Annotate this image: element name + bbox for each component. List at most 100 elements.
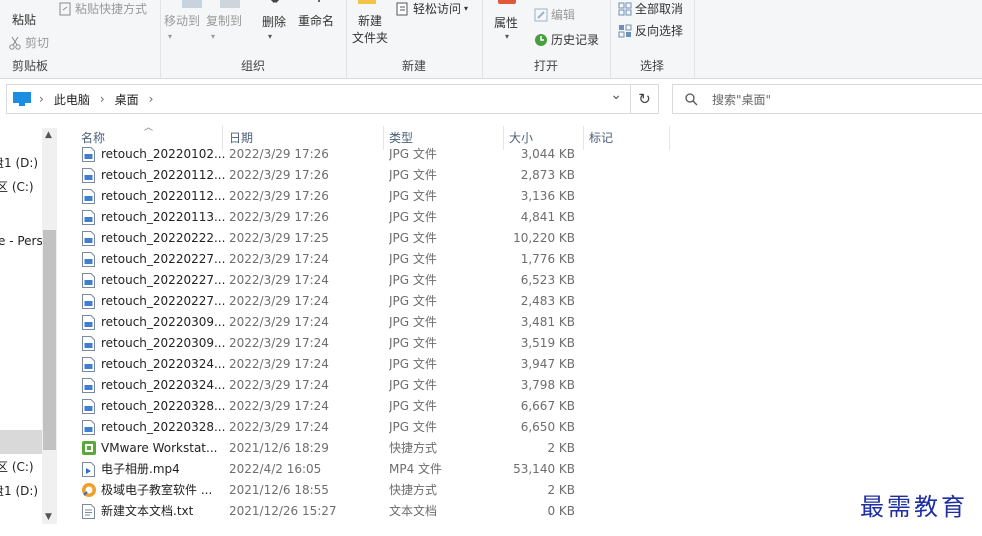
file-type: JPG 文件 — [389, 357, 437, 371]
rename-icon — [318, 0, 320, 2]
search-box[interactable]: 搜索"桌面" — [672, 84, 982, 114]
file-type: 快捷方式 — [389, 483, 438, 497]
jpg-file-icon — [82, 231, 95, 246]
file-row[interactable]: retouch_20220309... 2022/3/29 17:24 JPG 文件… — [76, 333, 666, 354]
jpg-file-icon — [82, 420, 95, 435]
delete-button[interactable]: 删除 — [262, 14, 286, 31]
breadcrumb-desktop[interactable]: 桌面 — [115, 91, 139, 108]
file-row[interactable]: 极域电子教室软件 ... 2021/12/6 18:55 快捷方式 2 KB — [76, 480, 666, 501]
file-size: 53,140 KB — [513, 462, 575, 476]
file-type: JPG 文件 — [389, 168, 437, 182]
paste-button[interactable]: 粘贴 — [6, 12, 42, 29]
file-row[interactable]: retouch_20220112... 2022/3/29 17:26 JPG 文件… — [76, 186, 666, 207]
open-group: 属性 ▾ 编辑 历史记录 打开 — [482, 0, 611, 78]
scroll-up-icon[interactable]: ▲ — [45, 130, 52, 140]
file-size: 3,136 KB — [520, 189, 575, 203]
file-row[interactable]: retouch_20220227... 2022/3/29 17:24 JPG 文件… — [76, 270, 666, 291]
nav-item-drive-d[interactable]: 盘1 (D:) — [0, 154, 38, 171]
nav-item-drive-d-2[interactable]: 盘1 (D:) — [0, 482, 38, 499]
move-to-dropdown-icon[interactable]: ▾ — [168, 32, 172, 41]
refresh-button[interactable]: ↻ — [630, 84, 659, 114]
move-to-icon — [182, 0, 202, 8]
file-name: retouch_20220309... — [101, 336, 226, 350]
file-date: 2022/3/29 17:24 — [229, 273, 329, 287]
new-group: 新建 文件夹 轻松访问 ▾ 新建 — [346, 0, 483, 78]
vmware-shortcut-icon — [82, 441, 96, 456]
paste-shortcut-button[interactable]: 粘贴快捷方式 — [58, 0, 147, 17]
file-row[interactable]: retouch_20220102... 2022/3/29 17:26 JPG 文件… — [76, 144, 666, 165]
rename-button[interactable]: 重命名 — [298, 13, 334, 30]
invert-selection-icon — [618, 24, 632, 37]
easy-access-button[interactable]: 轻松访问 ▾ — [396, 0, 468, 17]
jpg-file-icon — [82, 378, 95, 393]
file-date: 2021/12/6 18:55 — [229, 483, 329, 497]
breadcrumb-separator-icon[interactable]: › — [100, 92, 105, 106]
select-none-button[interactable]: 全部取消 — [618, 0, 683, 17]
file-type: JPG 文件 — [389, 252, 437, 266]
file-type: JPG 文件 — [389, 231, 437, 245]
file-date: 2022/3/29 17:26 — [229, 189, 329, 203]
file-date: 2022/3/29 17:24 — [229, 378, 329, 392]
breadcrumb-separator-icon[interactable]: › — [39, 92, 44, 106]
file-name: retouch_20220227... — [101, 273, 226, 287]
breadcrumb-separator-icon[interactable]: › — [149, 92, 154, 106]
delete-icon — [270, 0, 280, 4]
file-date: 2021/12/26 15:27 — [229, 504, 337, 518]
edit-button[interactable]: 编辑 — [534, 6, 575, 23]
file-row[interactable]: 电子相册.mp4 2022/4/2 16:05 MP4 文件 53,140 KB — [76, 459, 666, 480]
address-dropdown-icon[interactable]: ⌄ — [610, 87, 622, 103]
paste-label: 粘贴 — [11, 13, 36, 27]
file-row[interactable]: retouch_20220222... 2022/3/29 17:25 JPG 文件… — [76, 228, 666, 249]
move-to-button[interactable]: 移动到 — [164, 13, 200, 30]
open-group-label: 打开 — [533, 59, 558, 73]
clipboard-group: 粘贴 粘贴快捷方式 剪切 剪贴板 — [0, 0, 161, 78]
file-row[interactable]: retouch_20220227... 2022/3/29 17:24 JPG 文件… — [76, 249, 666, 270]
file-type: JPG 文件 — [389, 336, 437, 350]
new-folder-button[interactable]: 新建 文件夹 — [350, 13, 390, 47]
file-date: 2022/3/29 17:24 — [229, 357, 329, 371]
file-row[interactable]: retouch_20220227... 2022/3/29 17:24 JPG 文件… — [76, 291, 666, 312]
file-type: JPG 文件 — [389, 420, 437, 434]
nav-item-drive-c[interactable]: 区 (C:) — [0, 178, 34, 195]
file-date: 2022/3/29 17:26 — [229, 147, 329, 161]
nav-scrollbar[interactable]: ▲ ▼ — [42, 128, 57, 524]
file-size: 6,523 KB — [520, 273, 575, 287]
scissors-icon — [9, 36, 21, 50]
copy-to-dropdown-icon[interactable]: ▾ — [211, 32, 215, 41]
breadcrumb-this-pc[interactable]: 此电脑 — [54, 91, 90, 108]
file-row[interactable]: retouch_20220324... 2022/3/29 17:24 JPG 文件… — [76, 375, 666, 396]
file-date: 2022/3/29 17:26 — [229, 210, 329, 224]
address-bar[interactable]: › 此电脑 › 桌面 › ⌄ — [6, 84, 631, 114]
cut-button[interactable]: 剪切 — [8, 34, 49, 51]
nav-item-drive-c-2[interactable]: 区 (C:) — [0, 458, 34, 475]
file-type: JPG 文件 — [389, 294, 437, 308]
file-date: 2022/3/29 17:24 — [229, 315, 329, 329]
jpg-file-icon — [82, 336, 95, 351]
file-date: 2022/3/29 17:26 — [229, 168, 329, 182]
delete-dropdown-icon[interactable]: ▾ — [268, 32, 272, 41]
organize-group: 移动到 复制到 删除 重命名 ▾ ▾ ▾ 组织 — [160, 0, 347, 78]
file-row[interactable]: retouch_20220113... 2022/3/29 17:26 JPG 文件… — [76, 207, 666, 228]
file-row[interactable]: 新建文本文档.txt 2021/12/26 15:27 文本文档 0 KB — [76, 501, 666, 522]
nav-scrollbar-thumb[interactable] — [43, 230, 56, 450]
file-row[interactable]: retouch_20220112... 2022/3/29 17:26 JPG 文件… — [76, 165, 666, 186]
scroll-down-icon[interactable]: ▼ — [45, 512, 52, 522]
invert-selection-button[interactable]: 反向选择 — [618, 22, 683, 39]
jpg-file-icon — [82, 147, 95, 162]
properties-button[interactable]: 属性 — [494, 15, 518, 32]
file-row[interactable]: retouch_20220324... 2022/3/29 17:24 JPG 文件… — [76, 354, 666, 375]
address-row: › 此电脑 › 桌面 › ⌄ ↻ 搜索"桌面" — [0, 84, 982, 114]
file-row[interactable]: retouch_20220328... 2022/3/29 17:24 JPG 文件… — [76, 396, 666, 417]
history-button[interactable]: 历史记录 — [534, 31, 599, 48]
search-input[interactable]: 搜索"桌面" — [712, 91, 771, 108]
file-size: 2 KB — [547, 483, 575, 497]
file-date: 2022/3/29 17:24 — [229, 420, 329, 434]
file-row[interactable]: retouch_20220309... 2022/3/29 17:24 JPG 文件… — [76, 312, 666, 333]
file-name: retouch_20220227... — [101, 294, 226, 308]
properties-dropdown-icon[interactable]: ▾ — [505, 32, 509, 41]
easy-access-icon — [396, 2, 408, 15]
file-date: 2022/4/2 16:05 — [229, 462, 322, 476]
file-row[interactable]: VMware Workstat... 2021/12/6 18:29 快捷方式 2 K… — [76, 438, 666, 459]
copy-to-button[interactable]: 复制到 — [206, 13, 242, 30]
file-row[interactable]: retouch_20220328... 2022/3/29 17:24 JPG 文件… — [76, 417, 666, 438]
